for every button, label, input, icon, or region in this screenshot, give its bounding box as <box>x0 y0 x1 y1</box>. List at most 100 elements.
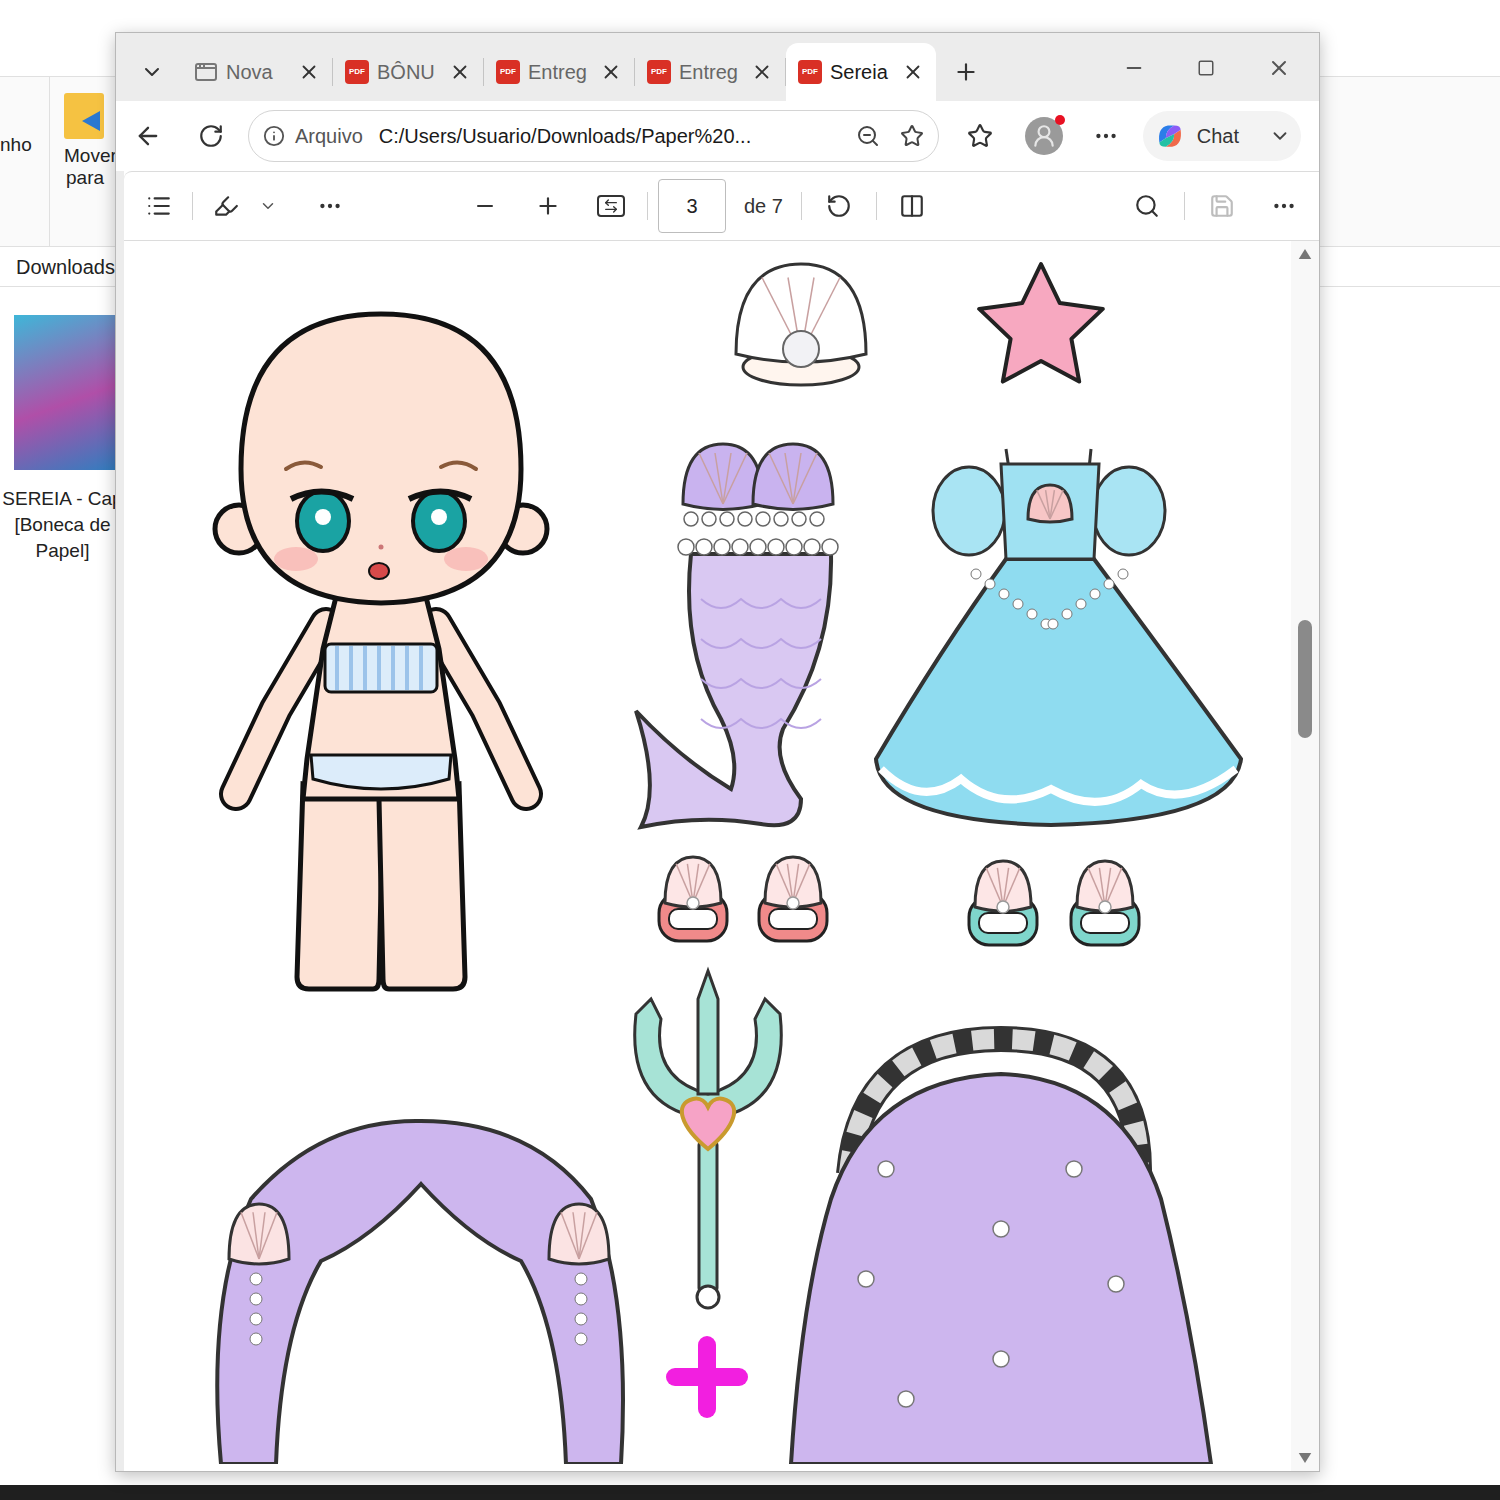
scroll-down-icon[interactable] <box>1298 1453 1312 1463</box>
browser-tab[interactable]: PDF Entreg <box>635 43 785 101</box>
close-tab-icon[interactable] <box>600 61 622 83</box>
caption-line: [Boneca de <box>14 512 110 538</box>
browser-tab[interactable]: Nova <box>182 43 332 101</box>
toolbar-separator <box>801 192 802 220</box>
toolbar-separator <box>647 192 648 220</box>
tab-label: BÔNU <box>377 57 435 87</box>
browser-window: NovaPDFBÔNUPDFEntregPDFEntregPDFSereiaAr… <box>115 32 1320 1472</box>
favorite-icon[interactable] <box>900 124 924 148</box>
scrollbar[interactable] <box>1291 241 1319 1471</box>
shell-top-right <box>753 444 833 509</box>
minimize-icon[interactable] <box>1123 57 1145 79</box>
shell-top-left <box>683 444 763 509</box>
ribbon-label: nho <box>0 134 32 155</box>
chat-menu-icon[interactable] <box>1269 125 1291 147</box>
close-window-icon[interactable] <box>1267 56 1291 80</box>
toolbar-separator <box>1184 192 1185 220</box>
short-hair-cutout <box>217 1121 623 1464</box>
more-options-icon[interactable] <box>1271 193 1297 219</box>
close-tab-icon[interactable] <box>751 61 773 83</box>
breadcrumb[interactable]: Downloads <box>16 252 115 282</box>
zoom-out-icon[interactable] <box>473 194 497 218</box>
move-folder-icon <box>64 93 104 139</box>
zoom-in-icon[interactable] <box>535 193 561 219</box>
window-controls <box>1123 39 1309 97</box>
pdf-icon: PDF <box>496 60 520 84</box>
browser-tab[interactable]: PDFEntreg <box>484 43 634 101</box>
pdf-content <box>124 241 1319 1471</box>
copilot-button[interactable]: Chat <box>1143 111 1301 161</box>
arrows-icon <box>603 198 619 214</box>
move-to-button[interactable]: Moverpara <box>50 77 117 189</box>
caption-line: Papel] <box>36 538 90 564</box>
toolbar-separator <box>876 192 877 220</box>
long-hair-cutout <box>791 1039 1211 1464</box>
move-label: Mover <box>64 145 117 167</box>
highlight-menu-icon[interactable] <box>259 197 277 215</box>
tab-list-icon[interactable] <box>140 60 164 84</box>
tab-label: Nova <box>226 57 273 87</box>
scroll-track <box>1291 265 1319 1447</box>
toolbar-separator <box>192 192 193 220</box>
paper-doll-sheet <box>124 241 1284 1464</box>
pdf-icon: PDF <box>798 60 822 84</box>
hair-shell-left <box>229 1204 289 1264</box>
fit-width-icon[interactable] <box>597 195 625 217</box>
teal-sandal <box>1071 861 1139 945</box>
seashell-cutout <box>736 264 866 385</box>
tab-separator <box>483 58 484 86</box>
search-icon[interactable] <box>1134 193 1160 219</box>
copilot-logo-icon <box>1153 119 1187 153</box>
zoom-icon[interactable] <box>856 124 880 148</box>
browser-tab[interactable]: PDFBÔNU <box>333 43 483 101</box>
desktop: nho Moverpara Downloads SEREIA - Cap[Boneca… <box>0 0 1500 1500</box>
dress-shell <box>1028 485 1072 522</box>
add-icon <box>666 1336 748 1418</box>
scroll-thumb[interactable] <box>1298 620 1312 738</box>
plus-icon <box>953 59 979 85</box>
profile-button[interactable] <box>1025 117 1063 155</box>
more-icon[interactable] <box>1093 123 1119 149</box>
starfish-cutout <box>979 264 1103 382</box>
file-item[interactable]: SEREIA - Cap[Boneca dePapel] <box>0 287 125 564</box>
file-caption: SEREIA - Cap[Boneca dePapel] <box>2 486 122 564</box>
close-tab-icon[interactable] <box>298 61 320 83</box>
close-tab-icon[interactable] <box>902 61 924 83</box>
page-number-field[interactable]: 3 <box>658 179 726 233</box>
maximize-icon[interactable] <box>1197 59 1215 77</box>
refresh-icon[interactable] <box>198 123 224 149</box>
notification-dot <box>1055 115 1065 125</box>
pdf-icon: PDF <box>647 60 671 84</box>
page-icon <box>194 60 218 84</box>
new-tab-button[interactable] <box>936 43 996 101</box>
pdf-viewer: 3de 7 <box>116 171 1319 1471</box>
address-url: C:/Users/Usuario/Downloads/Paper%20... <box>379 121 751 151</box>
info-icon <box>263 125 285 147</box>
contents-icon[interactable] <box>146 193 172 219</box>
chat-label: Chat <box>1197 121 1239 151</box>
tab-separator <box>332 58 333 86</box>
browser-tab[interactable]: PDF Sereia <box>786 43 936 101</box>
pink-sandal <box>659 857 727 941</box>
favorites-icon[interactable] <box>967 123 993 149</box>
page-view-icon[interactable] <box>899 193 925 219</box>
scroll-up-icon[interactable] <box>1298 249 1312 259</box>
doll-figure <box>215 314 547 989</box>
move-label: para <box>64 167 104 189</box>
page-number: 3 <box>686 191 697 221</box>
save-icon[interactable] <box>1209 193 1235 219</box>
pdf-toolbar: 3de 7 <box>124 171 1319 241</box>
tab-label: Entreg <box>679 57 738 87</box>
address-bar[interactable]: ArquivoC:/Users/Usuario/Downloads/Paper%… <box>248 110 939 162</box>
ribbon-group: nho <box>0 77 50 246</box>
navigation-bar: ArquivoC:/Users/Usuario/Downloads/Paper%… <box>116 101 1319 171</box>
tab-list: NovaPDFBÔNUPDFEntregPDFEntregPDFSereia <box>182 43 936 101</box>
tab-label: Sereia <box>830 57 888 87</box>
rotate-icon[interactable] <box>826 193 852 219</box>
close-tab-icon[interactable] <box>449 61 471 83</box>
tab-strip: NovaPDFBÔNUPDFEntregPDFEntregPDFSereia <box>116 33 1319 101</box>
tab-actions[interactable] <box>130 43 174 101</box>
highlight-icon[interactable] <box>213 193 239 219</box>
draw-more-icon[interactable] <box>317 193 343 219</box>
back-icon[interactable] <box>134 122 162 150</box>
